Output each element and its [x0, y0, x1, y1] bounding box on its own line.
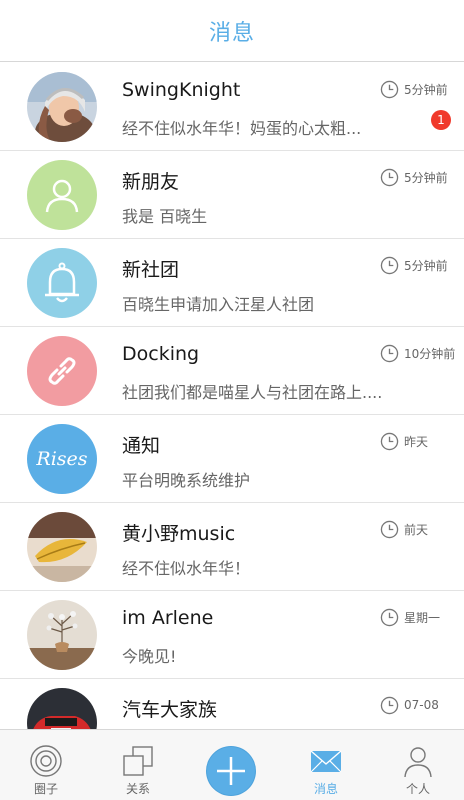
time-label: 5分钟前	[404, 170, 448, 185]
contact-name: 黄小野music	[122, 523, 236, 545]
time-label: 5分钟前	[404, 258, 448, 273]
header-bar: 消息	[0, 0, 464, 62]
message-row[interactable]: Rises 通知 平台明晚系统维护 昨天	[0, 415, 464, 503]
notice-avatar: Rises	[27, 424, 97, 494]
message-time: 前天	[380, 519, 428, 539]
message-row[interactable]: Docking 社团我们都是喵星人与社团在路上...... 10分钟前	[0, 327, 464, 415]
unread-badge: 1	[431, 110, 451, 130]
new-club-avatar	[27, 248, 97, 318]
message-preview: 百晓生申请加入汪星人社团	[122, 295, 315, 314]
tab-circles[interactable]: 圈子	[0, 730, 92, 800]
clock-icon	[380, 696, 399, 714]
tab-label: 圈子	[33, 782, 58, 796]
message-preview: 我是 百晓生	[122, 207, 208, 226]
mail-icon	[310, 750, 342, 773]
message-preview: 平台明晚系统维护	[122, 471, 251, 490]
clock-icon	[380, 344, 399, 362]
tab-label: 消息	[313, 782, 338, 796]
time-label: 星期一	[404, 610, 441, 625]
time-label: 前天	[404, 522, 429, 537]
message-row[interactable]: SwingKnight 经不住似水年华！妈蛋的心太粗... 5分钟前 1	[0, 63, 464, 151]
link-icon	[48, 357, 76, 385]
avatar-photo-vase	[27, 600, 97, 670]
message-time: 07-08	[380, 695, 439, 715]
message-preview: 经不住似水年华！妈蛋的心太粗...	[122, 119, 362, 138]
contact-name: Docking	[122, 343, 200, 365]
message-preview: 经不住似水年华！	[122, 559, 251, 578]
new-friends-avatar	[27, 160, 97, 230]
time-label: 昨天	[404, 434, 429, 449]
relation-icon	[123, 746, 153, 776]
contact-name: 汽车大家族	[122, 699, 218, 721]
docking-avatar	[27, 336, 97, 406]
avatar-photo-leaf	[27, 512, 97, 582]
message-row[interactable]: 黄小野music 经不住似水年华！ 前天	[0, 503, 464, 591]
message-time: 5分钟前	[380, 167, 448, 187]
time-label: 10分钟前	[404, 346, 456, 361]
message-preview: 社团我们都是喵星人与社团在路上......	[122, 383, 382, 402]
tab-relations[interactable]: 关系	[92, 730, 184, 800]
clock-icon	[380, 256, 399, 274]
person-icon	[45, 179, 79, 213]
message-time: 昨天	[380, 431, 428, 451]
message-time: 5分钟前	[380, 79, 448, 99]
message-row[interactable]: 汽车大家族 07-08	[0, 679, 464, 729]
message-list: SwingKnight 经不住似水年华！妈蛋的心太粗... 5分钟前 1 新朋友…	[0, 63, 464, 729]
message-time: 10分钟前	[380, 343, 455, 363]
contact-name: SwingKnight	[122, 79, 241, 101]
bottom-tab-bar: 圈子 关系 消息 个人	[0, 729, 464, 800]
rises-logo: Rises	[36, 448, 88, 470]
message-time: 星期一	[380, 607, 440, 627]
contact-name: 通知	[122, 435, 161, 457]
message-row[interactable]: im Arlene 今晚见! 星期一	[0, 591, 464, 679]
clock-icon	[380, 80, 399, 98]
tab-label: 关系	[125, 782, 150, 796]
tab-add[interactable]	[184, 730, 280, 800]
contact-name: 新朋友	[122, 171, 180, 193]
circle-target-icon	[30, 745, 62, 777]
avatar-photo-car	[27, 688, 97, 729]
contact-name: 新社团	[122, 259, 180, 281]
clock-icon	[380, 520, 399, 538]
message-row[interactable]: 新社团 百晓生申请加入汪星人社团 5分钟前	[0, 239, 464, 327]
tab-profile[interactable]: 个人	[372, 730, 464, 800]
person-icon	[404, 747, 432, 778]
message-time: 5分钟前	[380, 255, 448, 275]
plus-icon	[217, 757, 245, 785]
clock-icon	[380, 432, 399, 450]
message-row[interactable]: 新朋友 我是 百晓生 5分钟前	[0, 151, 464, 239]
clock-icon	[380, 608, 399, 626]
contact-name: im Arlene	[122, 607, 214, 629]
add-button[interactable]	[207, 747, 255, 795]
clock-icon	[380, 168, 399, 186]
avatar-photo-portrait	[27, 72, 97, 142]
page-title: 消息	[208, 20, 255, 46]
message-preview: 今晚见!	[122, 647, 177, 666]
bell-icon	[45, 262, 79, 303]
time-label: 07-08	[404, 698, 439, 712]
time-label: 5分钟前	[404, 82, 448, 97]
tab-label: 个人	[405, 782, 430, 796]
tab-messages[interactable]: 消息	[280, 730, 372, 800]
